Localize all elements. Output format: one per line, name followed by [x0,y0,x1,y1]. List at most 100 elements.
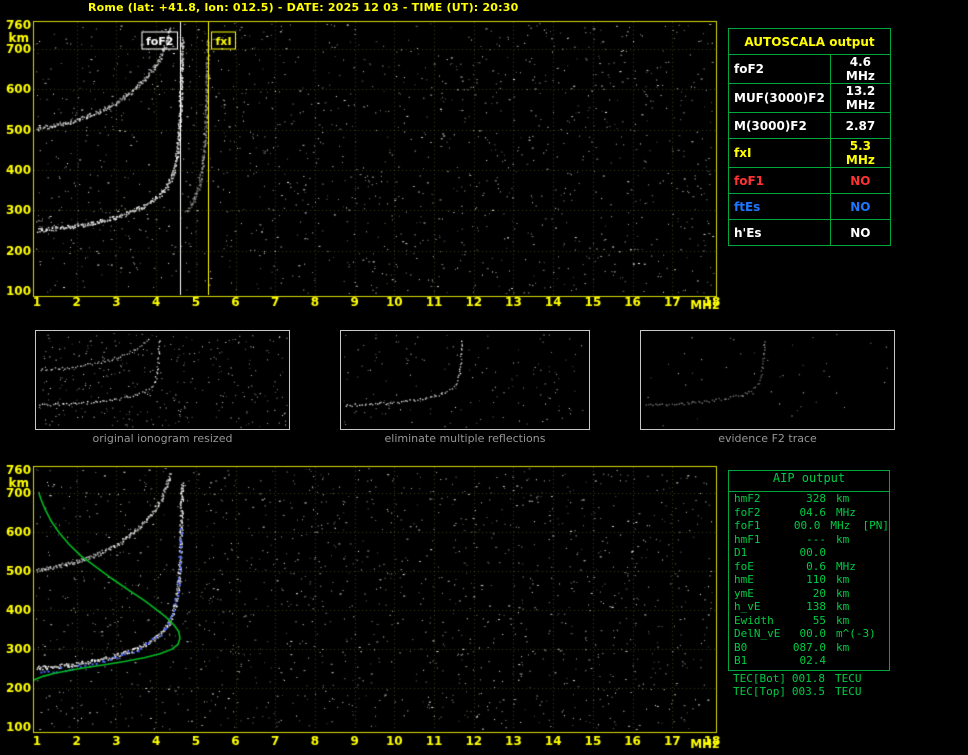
aip-param-unit: MHz [836,505,856,519]
thumbnail-caption: eliminate multiple reflections [384,432,546,445]
autoscala-table-body: foF2 4.6 MHz MUF(3000)F2 13.2 MHz M(3000)F2 2… [728,54,892,246]
aip-param-unit [836,546,866,560]
aip-param-unit: km [836,640,850,654]
aip-row: foF2 04.6 MHz [729,506,889,520]
aip-output-table: AIP output hmF2 328 km foF2 04.6 MHz foF1 00.0 M… [728,470,890,699]
autoscala-row: M(3000)F2 2.87 [728,112,892,139]
autoscala-row: foF1 NO [728,167,892,194]
aip-param-unit: km [836,600,850,613]
param-name: h'Es [728,219,831,246]
autoscala-row: ftEs NO [728,193,892,220]
aip-param-value: 003.5 [791,685,825,698]
aip-param-name: TEC[Top] [733,685,786,698]
aip-param-value: 04.6 [799,505,827,519]
autoscala-row: foF2 4.6 MHz [728,54,892,84]
aip-param-name: foF2 [734,505,761,519]
aip-param-value: 00.0 [793,519,821,532]
aip-param-name: foF1 [734,519,761,532]
aip-tec-row: TEC[Bot] 001.8 TECU [728,672,890,686]
aip-param-name: hmF1 [734,532,761,546]
aip-row: Ewidth 55 km [729,614,889,628]
aip-param-name: TEC[Bot] [733,671,786,685]
aip-param-name: D1 [734,546,748,559]
aip-param-name: B1 [734,654,748,667]
aip-param-unit: MHz [830,519,851,532]
param-name: foF1 [728,167,831,194]
aip-param-unit: TECU [835,685,862,698]
autoscala-table-header: AUTOSCALA output [728,28,891,55]
aip-row: hmE 110 km [729,573,889,587]
aip-param-value: 00.0 [799,627,827,640]
aip-row: DelN_vE 00.0 m^(-3) [729,627,889,641]
aip-table-title: AIP output [729,471,889,492]
aip-param-unit: km [836,613,850,627]
aip-param-name: h_vE [734,600,761,613]
aip-param-name: hmF2 [734,492,761,505]
aip-param-name: DelN_vE [734,627,781,640]
param-value: NO [829,193,892,220]
param-name: foF2 [728,54,831,84]
aip-row: hmF2 328 km [729,492,889,506]
param-name: M(3000)F2 [728,112,831,139]
aip-tec-row: TEC[Top] 003.5 TECU [728,685,890,699]
aip-row: D1 00.0 [729,546,889,560]
aip-param-unit: km [836,532,850,546]
autoscala-table-title: AUTOSCALA output [728,28,891,55]
aip-param-unit [836,654,866,668]
aip-param-value: 087.0 [792,640,826,654]
aip-box: AIP output hmF2 328 km foF2 04.6 MHz foF1 00.0 M… [728,470,890,671]
param-value: 13.2 MHz [829,83,892,113]
aip-param-value: 328 [806,492,826,505]
autoscala-output-table: AUTOSCALA output foF2 4.6 MHz MUF(3000)F2 1… [728,28,892,246]
aip-row: h_vE 138 km [729,600,889,614]
thumbnail-caption: original ionogram resized [92,432,233,445]
aip-param-value: 138 [806,600,826,613]
param-name: ftEs [728,193,831,220]
thumbnail-caption: evidence F2 trace [718,432,817,445]
param-value: 4.6 MHz [829,54,892,84]
aip-row: hmF1 --- km [729,533,889,547]
bottom-ionogram-chart [0,458,725,755]
aip-param-note: [PN] [862,519,890,532]
aip-row: B0 087.0 km [729,641,889,655]
aip-row: ymE 20 km [729,587,889,601]
aip-row: foF1 00.0 MHz [PN] [729,519,889,533]
aip-row: foE 0.6 MHz [729,560,889,574]
aip-param-unit: km [836,492,850,505]
param-value: NO [829,167,892,194]
aip-param-unit: km [836,573,850,586]
param-value: NO [829,219,892,246]
aip-param-name: foE [734,559,754,573]
aip-row: B1 02.4 [729,654,889,668]
thumbnail-original-ionogram [35,330,290,430]
aip-param-value: 02.4 [799,654,827,667]
param-name: fxI [728,138,831,168]
param-value: 2.87 [829,112,892,139]
aip-param-name: Ewidth [734,613,774,627]
aip-param-unit: m^(-3) [836,627,876,640]
param-value: 5.3 MHz [829,138,892,168]
aip-param-name: hmE [734,573,754,586]
thumbnail-eliminate-reflections [340,330,590,430]
param-name: MUF(3000)F2 [728,83,831,113]
top-ionogram-chart [0,14,725,314]
aip-param-unit: TECU [835,671,862,685]
autoscala-row: h'Es NO [728,219,892,246]
aip-param-value: 0.6 [806,559,826,573]
page-title: Rome (lat: +41.8, lon: 012.5) - DATE: 20… [88,1,519,14]
aip-param-value: 110 [806,573,826,586]
aip-param-value: 55 [812,613,826,627]
aip-param-unit: km [836,586,850,600]
autoscala-row: fxI 5.3 MHz [728,138,892,168]
aip-param-name: ymE [734,586,754,600]
autoscala-row: MUF(3000)F2 13.2 MHz [728,83,892,113]
aip-param-value: --- [806,532,826,546]
aip-param-name: B0 [734,640,748,654]
autoscala-screen: Rome (lat: +41.8, lon: 012.5) - DATE: 20… [0,0,968,755]
thumbnail-evidence-f2-trace [640,330,895,430]
aip-param-value: 001.8 [791,671,825,685]
aip-param-value: 00.0 [799,546,827,559]
aip-param-unit: MHz [836,559,856,573]
aip-param-value: 20 [812,586,826,600]
aip-tec-rows: TEC[Bot] 001.8 TECU TEC[Top] 003.5 TECU [728,672,890,699]
